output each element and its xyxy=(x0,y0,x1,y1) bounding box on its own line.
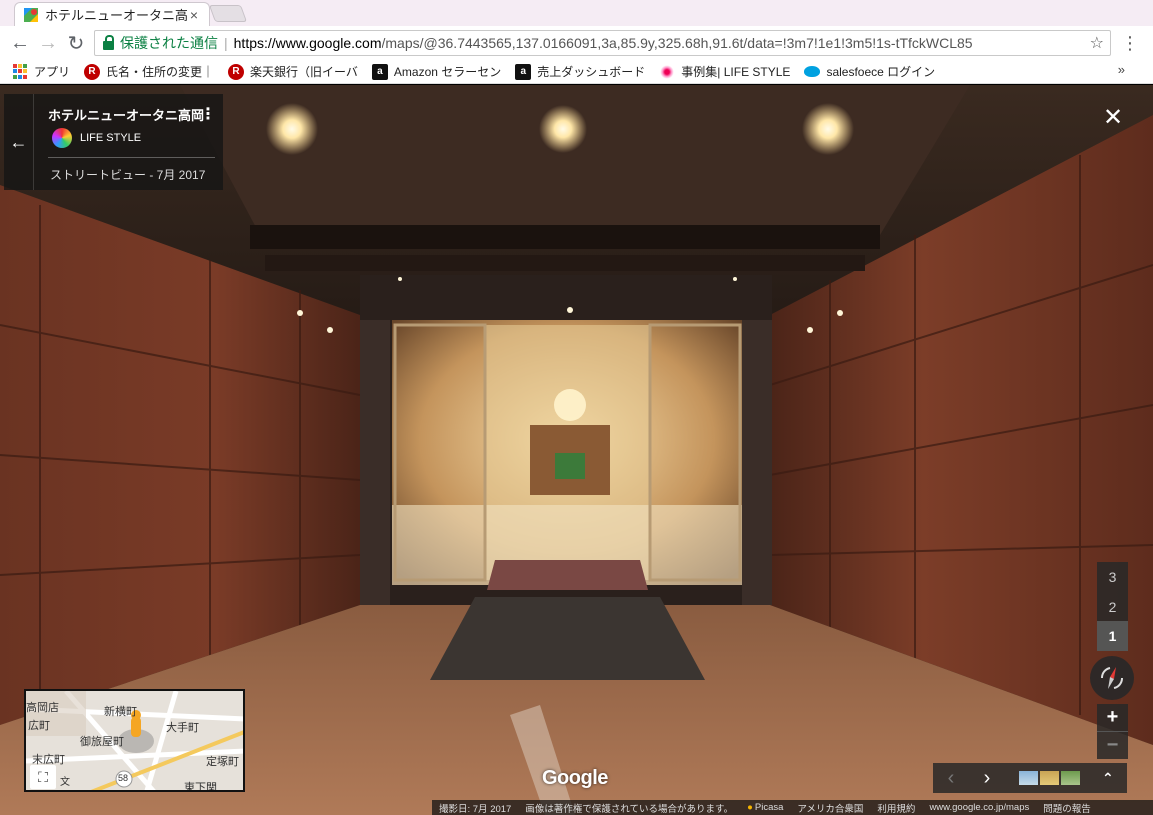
bookmark-salesforce[interactable]: salesfoece ログイン xyxy=(797,61,942,83)
map-label: 文 xyxy=(60,777,70,788)
author-link[interactable]: LIFE STYLE xyxy=(52,128,141,148)
bookmark-label: 楽天銀行（旧イーバ xyxy=(250,65,358,79)
chevron-left-icon[interactable]: ‹ xyxy=(933,767,969,790)
bookmark-label: 事例集| LIFE STYLE xyxy=(681,65,791,79)
thumbnail[interactable] xyxy=(1040,771,1059,785)
lifestyle-icon xyxy=(659,63,676,80)
bookmark-name-address[interactable]: R 氏名・住所の変更｜ xyxy=(77,61,221,83)
amazon-icon: a xyxy=(515,63,532,80)
lock-icon xyxy=(103,34,114,50)
map-label: 高岡店 xyxy=(26,702,59,714)
picasa-icon: ● xyxy=(747,802,753,813)
browser-tab[interactable]: ホテルニューオータニ高 × xyxy=(14,2,210,26)
bookmark-label: Amazon セラーセン xyxy=(393,65,502,79)
apps-grid-icon xyxy=(12,63,28,80)
floor-button-3[interactable]: 3 xyxy=(1097,562,1128,592)
close-icon[interactable]: ✕ xyxy=(1100,104,1126,131)
bookmarks-bar: アプリ R 氏名・住所の変更｜ R 楽天銀行（旧イーバ a Amazon セラー… xyxy=(0,60,1153,84)
tab-title: ホテルニューオータニ高 xyxy=(45,8,187,23)
new-tab-button[interactable] xyxy=(208,5,248,22)
mini-map[interactable]: 高岡店 広町 新横町 大手町 御旅屋町 末広町 定塚町 東下関 58 文 ⛶ xyxy=(24,689,245,792)
secure-label: 保護された通信 xyxy=(120,35,218,51)
bookmark-sales-dashboard[interactable]: a 売上ダッシュボード xyxy=(508,61,652,83)
address-bar[interactable]: 保護された通信 | https://www.google.com /maps/@… xyxy=(94,30,1111,56)
map-label: 広町 xyxy=(28,720,50,732)
url-path: /maps/@36.7443565,137.0166091,3a,85.9y,3… xyxy=(381,35,973,51)
thumbnail[interactable] xyxy=(1061,771,1080,785)
bookmark-label: アプリ xyxy=(34,65,71,79)
floor-button-1[interactable]: 1 xyxy=(1097,621,1128,652)
bookmark-lifestyle-cases[interactable]: 事例集| LIFE STYLE xyxy=(652,61,797,83)
chrome-menu-icon[interactable]: ⋮ xyxy=(1121,30,1139,56)
footer-region[interactable]: アメリカ合衆国 xyxy=(797,801,863,815)
map-label: 御旅屋町 xyxy=(80,736,124,748)
bookmark-label: 氏名・住所の変更｜ xyxy=(106,65,215,79)
browser-toolbar: ← → ↻ 保護された通信 | https://www.google.com /… xyxy=(0,26,1153,60)
map-label: 定塚町 xyxy=(206,756,239,768)
google-maps-favicon-icon xyxy=(23,7,39,23)
back-arrow-icon[interactable]: ← xyxy=(4,94,34,190)
info-divider xyxy=(48,157,215,158)
url-host: https://www.google.com xyxy=(233,35,382,51)
footer-domain-link[interactable]: www.google.co.jp/maps xyxy=(929,802,1029,813)
back-arrow-icon[interactable]: ← xyxy=(6,29,34,57)
bookmark-rakuten-bank[interactable]: R 楽天銀行（旧イーバ xyxy=(221,61,365,83)
capture-date: ストリートビュー - 7月 2017 xyxy=(50,168,206,182)
bookmark-label: salesfoece ログイン xyxy=(826,65,936,79)
omnibox-separator: | xyxy=(224,35,228,51)
more-options-icon[interactable]: ⋮ xyxy=(200,104,216,124)
reload-icon[interactable]: ↻ xyxy=(62,29,90,57)
footer-capture-date: 撮影日: 7月 2017 xyxy=(439,803,512,815)
footer-report-link[interactable]: 問題の報告 xyxy=(1043,801,1091,815)
zoom-in-button[interactable]: + xyxy=(1097,704,1128,731)
tab-strip: ホテルニューオータニ高 × xyxy=(0,0,1153,26)
zoom-out-button[interactable]: − xyxy=(1097,731,1128,758)
photo-thumbnails[interactable] xyxy=(1019,771,1082,785)
chevron-right-icon[interactable]: › xyxy=(969,767,1005,790)
place-info-card: ← ホテルニューオータニ高岡 ⋮ LIFE STYLE ストリートビュー - 7… xyxy=(4,94,223,190)
map-label: 新横町 xyxy=(104,706,137,718)
footer-copyright: 画像は著作権で保護されている場合があります。 xyxy=(525,803,734,815)
floor-selector: 3 2 1 xyxy=(1097,562,1128,652)
footer-picasa[interactable]: ● Picasa xyxy=(747,802,783,813)
expand-map-icon[interactable]: ⛶ xyxy=(30,765,56,789)
forward-arrow-icon[interactable]: → xyxy=(34,29,62,57)
bookmark-apps[interactable]: アプリ xyxy=(0,61,77,83)
bookmark-star-icon[interactable]: ☆ xyxy=(1090,33,1104,53)
google-logo: Google xyxy=(542,767,608,789)
floor-button-2[interactable]: 2 xyxy=(1097,592,1128,622)
rakuten-icon: R xyxy=(84,63,101,80)
author-name: LIFE STYLE xyxy=(80,132,142,144)
compass-icon[interactable] xyxy=(1090,656,1134,700)
amazon-icon: a xyxy=(371,63,388,80)
bookmark-amazon-seller[interactable]: a Amazon セラーセン xyxy=(365,61,508,83)
bookmarks-overflow-icon[interactable]: » xyxy=(1118,62,1125,77)
photo-filmstrip: ‹ › ⌃ xyxy=(933,763,1127,793)
footer-terms-link[interactable]: 利用規約 xyxy=(877,801,915,815)
map-label: 58 xyxy=(118,773,129,783)
author-avatar xyxy=(52,128,72,148)
chevron-up-double-icon[interactable]: ⌃ xyxy=(1102,770,1114,787)
map-label: 東下関 xyxy=(184,782,217,792)
salesforce-icon xyxy=(804,66,821,77)
map-footer: 撮影日: 7月 2017 画像は著作権で保護されている場合があります。 ● Pic… xyxy=(432,800,1153,815)
tab-close-icon[interactable]: × xyxy=(187,7,201,23)
place-name[interactable]: ホテルニューオータニ高岡 xyxy=(48,105,204,124)
rakuten-icon: R xyxy=(228,63,245,80)
thumbnail[interactable] xyxy=(1019,771,1038,785)
bookmark-label: 売上ダッシュボード xyxy=(537,65,646,79)
map-label: 大手町 xyxy=(166,722,199,734)
zoom-controls: + − xyxy=(1097,704,1128,759)
